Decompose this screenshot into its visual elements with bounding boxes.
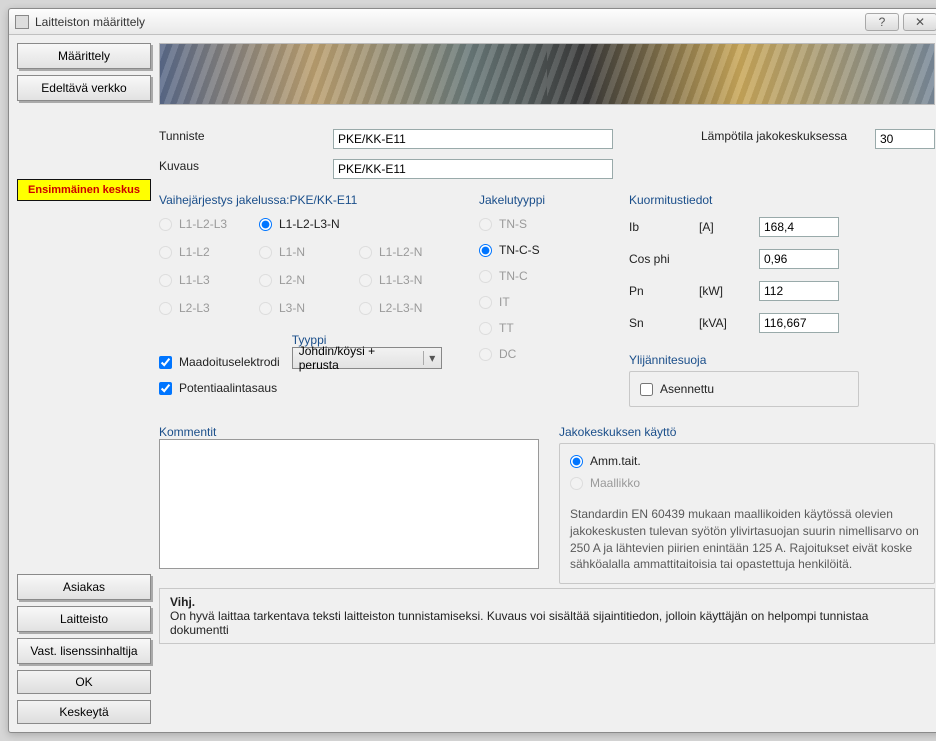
distribution-type-group: Jakelutyyppi TN-S TN-C-S TN-C IT TT DC — [479, 193, 609, 407]
usage-info-text: Standardin EN 60439 mukaan maallikoiden … — [570, 506, 924, 573]
dialog-window: Laitteiston määrittely ? ✕ Määrittely Ed… — [8, 8, 936, 733]
cancel-button[interactable]: Keskeytä — [17, 700, 151, 724]
type-combo-value: Johdin/köysi + perusta — [293, 344, 423, 372]
temperature-label: Lämpötila jakokeskuksessa — [701, 129, 851, 149]
ib-input[interactable] — [759, 217, 839, 237]
app-icon — [15, 15, 29, 29]
distribution-type-title: Jakelutyyppi — [479, 193, 609, 207]
hint-body: On hyvä laittaa tarkentava teksti laitte… — [170, 609, 924, 637]
dist-tt: TT — [479, 321, 609, 335]
load-data-title: Kuormitustiedot — [629, 193, 935, 207]
form-area: Tunniste Lämpötila jakokeskuksessa Kuvau… — [159, 111, 935, 724]
hint-title: Vihj. — [170, 595, 924, 609]
usage-title: Jakokeskuksen käyttö — [559, 425, 935, 439]
title-bar: Laitteiston määrittely ? ✕ — [9, 9, 936, 35]
overvoltage-title: Ylijännitesuoja — [629, 353, 935, 367]
dist-tnc: TN-C — [479, 269, 609, 283]
phase-l1n: L1-N — [259, 245, 359, 259]
main-panel: Tunniste Lämpötila jakokeskuksessa Kuvau… — [159, 43, 935, 724]
ib-unit: [A] — [699, 220, 759, 234]
sn-label: Sn — [629, 316, 699, 330]
phase-l1l2: L1-L2 — [159, 245, 259, 259]
window-title: Laitteiston määrittely — [35, 15, 861, 29]
comments-label: Kommentit — [159, 425, 539, 439]
comments-group: Kommentit — [159, 425, 539, 584]
pn-unit: [kW] — [699, 284, 759, 298]
first-center-button[interactable]: Ensimmäinen keskus — [17, 179, 151, 201]
dist-tncs[interactable]: TN-C-S — [479, 243, 609, 257]
installed-checkbox[interactable]: Asennettu — [640, 382, 848, 396]
phase-order-group: Vaihejärjestys jakelussa:PKE/KK-E11 L1-L… — [159, 193, 459, 407]
usage-group: Jakokeskuksen käyttö Amm.tait. Maallikko… — [559, 425, 935, 584]
identifier-input[interactable] — [333, 129, 613, 149]
type-combo[interactable]: Johdin/köysi + perusta ▾ — [292, 347, 442, 369]
ib-label: Ib — [629, 220, 699, 234]
phase-l3n: L3-N — [259, 301, 359, 315]
description-input[interactable] — [333, 159, 613, 179]
close-button[interactable]: ✕ — [903, 13, 936, 31]
cosphi-label: Cos phi — [629, 252, 699, 266]
ok-button[interactable]: OK — [17, 670, 151, 694]
dist-dc: DC — [479, 347, 609, 361]
customer-button[interactable]: Asiakas — [17, 574, 151, 600]
sidebar: Määrittely Edeltävä verkko Ensimmäinen k… — [17, 43, 151, 724]
pn-input[interactable] — [759, 281, 839, 301]
previous-network-button[interactable]: Edeltävä verkko — [17, 75, 151, 101]
temperature-input[interactable] — [875, 129, 935, 149]
license-holder-button[interactable]: Vast. lisenssinhaltija — [17, 638, 151, 664]
phase-l2n: L2-N — [259, 273, 359, 287]
content-area: Määrittely Edeltävä verkko Ensimmäinen k… — [9, 35, 936, 732]
dist-it: IT — [479, 295, 609, 309]
phase-l1l2n: L1-L2-N — [359, 245, 459, 259]
phase-l1l2l3: L1-L2-L3 — [159, 217, 259, 231]
phase-l2l3n: L2-L3-N — [359, 301, 459, 315]
dist-tns: TN-S — [479, 217, 609, 231]
comments-textarea[interactable] — [159, 439, 539, 569]
phase-l1l2l3n[interactable]: L1-L2-L3-N — [259, 217, 359, 231]
cosphi-input[interactable] — [759, 249, 839, 269]
identifier-label: Tunniste — [159, 129, 309, 149]
phase-l1l3n: L1-L3-N — [359, 273, 459, 287]
phase-order-title: Vaihejärjestys jakelussa:PKE/KK-E11 — [159, 193, 459, 207]
description-label: Kuvaus — [159, 159, 309, 179]
usage-layman: Maallikko — [570, 476, 924, 490]
load-data-group: Kuormitustiedot Ib [A] Cos phi Pn [kW] S — [629, 193, 935, 407]
usage-professional[interactable]: Amm.tait. — [570, 454, 924, 468]
phase-l2l3: L2-L3 — [159, 301, 259, 315]
phase-l1l3: L1-L3 — [159, 273, 259, 287]
hint-box: Vihj. On hyvä laittaa tarkentava teksti … — [159, 588, 935, 644]
banner-image — [159, 43, 935, 105]
sn-input[interactable] — [759, 313, 839, 333]
hardware-button[interactable]: Laitteisto — [17, 606, 151, 632]
help-button[interactable]: ? — [865, 13, 899, 31]
potential-equalization-checkbox[interactable]: Potentiaalintasaus — [159, 381, 459, 395]
sn-unit: [kVA] — [699, 316, 759, 330]
chevron-down-icon: ▾ — [423, 351, 441, 365]
pn-label: Pn — [629, 284, 699, 298]
define-button[interactable]: Määrittely — [17, 43, 151, 69]
ground-electrode-checkbox[interactable]: Maadoituselektrodi — [159, 355, 280, 369]
